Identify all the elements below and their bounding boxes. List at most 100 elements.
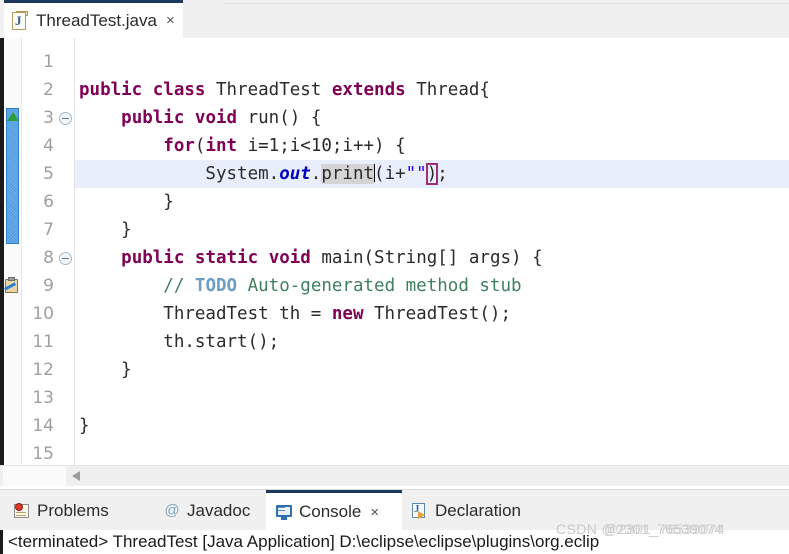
- code-keyword: void: [268, 248, 311, 268]
- quick-diff-change-bar: [6, 108, 19, 244]
- console-view[interactable]: <terminated> ThreadTest [Java Applicatio…: [0, 530, 789, 554]
- code-keyword: public: [121, 248, 185, 268]
- line-number: 15: [32, 444, 54, 464]
- code-keyword: extends: [331, 80, 406, 100]
- code-line[interactable]: for(int i=1;i<10;i++) {: [75, 132, 789, 160]
- line-number: 2: [43, 80, 54, 100]
- line-number-ruler: 1 2 3 4 5 6 7 8 9 10 11 12 13 14 15: [22, 38, 57, 465]
- line-number: 8: [43, 248, 54, 268]
- line-number: 1: [43, 52, 54, 72]
- code-keyword: public: [79, 80, 143, 100]
- view-tab-label: Console: [299, 502, 362, 521]
- editor-tab-label: ThreadTest.java: [36, 10, 157, 30]
- line-number: 4: [43, 136, 54, 156]
- view-tab-javadoc[interactable]: @ Javadoc: [154, 490, 266, 531]
- code-text: (: [194, 136, 206, 156]
- java-file-icon-letter: J: [15, 12, 22, 28]
- code-line[interactable]: // TODO Auto-generated method stub: [75, 272, 789, 300]
- view-tab-label: Javadoc: [187, 500, 251, 520]
- left-arrow-icon[interactable]: [72, 471, 80, 481]
- line-number: 12: [32, 360, 54, 380]
- close-icon[interactable]: ×: [370, 504, 379, 521]
- view-tab-problems[interactable]: Problems: [4, 490, 154, 531]
- code-line[interactable]: }: [75, 188, 789, 216]
- code-field: out: [279, 164, 311, 184]
- console-icon: [275, 503, 293, 521]
- code-line[interactable]: }: [75, 356, 789, 384]
- code-text: }: [79, 192, 174, 212]
- code-text: ThreadTest th =: [79, 304, 332, 324]
- todo-task-marker-icon[interactable]: [3, 277, 20, 294]
- editor-horizontal-scrollbar[interactable]: [0, 465, 789, 486]
- code-line[interactable]: ThreadTest th = new ThreadTest();: [75, 300, 789, 328]
- code-matching-bracket: ): [425, 163, 439, 185]
- code-text: }: [79, 360, 132, 380]
- code-text: main(String[] args) {: [310, 248, 543, 268]
- fold-collapse-icon[interactable]: [59, 112, 72, 125]
- code-text: i=1;i<10;i++) {: [237, 136, 406, 156]
- code-text: ThreadTest: [205, 80, 332, 100]
- code-line[interactable]: [75, 384, 789, 412]
- line-number: 3: [43, 108, 54, 128]
- view-tab-console[interactable]: Console ×: [266, 490, 402, 531]
- console-left-rail: [0, 530, 3, 554]
- code-line[interactable]: [75, 440, 789, 465]
- code-occurrence-highlight: print: [321, 164, 375, 184]
- code-text: Thread{: [405, 80, 490, 100]
- view-tab-label: Problems: [37, 500, 109, 520]
- java-editor[interactable]: 1 2 3 4 5 6 7 8 9 10 11 12 13 14 15 public class Threa…: [0, 38, 789, 465]
- view-tab-declaration[interactable]: J Declaration: [402, 490, 566, 531]
- quick-diff-arrow-icon: [7, 112, 19, 121]
- code-line[interactable]: [75, 48, 789, 76]
- code-keyword: class: [152, 80, 206, 100]
- console-output-line: <terminated> ThreadTest [Java Applicatio…: [8, 532, 600, 551]
- code-line[interactable]: }: [75, 412, 789, 440]
- editor-tab-threadtest[interactable]: J ThreadTest.java ×: [4, 0, 183, 38]
- folding-ruler[interactable]: [57, 38, 75, 465]
- code-text: }: [79, 220, 132, 240]
- code-text: .: [310, 164, 322, 184]
- code-keyword: public: [121, 108, 185, 128]
- line-number: 9: [43, 276, 54, 296]
- line-number: 10: [32, 304, 54, 324]
- code-text-area[interactable]: public class ThreadTest extends Thread{ …: [75, 38, 789, 465]
- code-text: }: [79, 416, 90, 436]
- code-line[interactable]: th.start();: [75, 328, 789, 356]
- bottom-view-tab-bar: Problems @ Javadoc Console × J Declaration: [0, 489, 789, 531]
- code-todo-tag: TODO: [194, 276, 238, 296]
- code-text: ;: [437, 164, 448, 184]
- line-number: 11: [32, 332, 54, 352]
- java-file-icon: J: [12, 10, 29, 31]
- code-line[interactable]: public class ThreadTest extends Thread{: [75, 76, 789, 104]
- code-line[interactable]: public static void main(String[] args) {: [75, 244, 789, 272]
- code-text: System.: [79, 164, 280, 184]
- line-number: 6: [43, 192, 54, 212]
- line-number: 13: [32, 388, 54, 408]
- code-text: ThreadTest();: [363, 304, 511, 324]
- line-number: 14: [32, 416, 54, 436]
- code-line[interactable]: System.out.print(i+"");: [75, 160, 789, 188]
- code-comment: //: [163, 276, 195, 296]
- editor-tab-bar: J ThreadTest.java ×: [0, 0, 789, 39]
- code-text: run() {: [237, 108, 322, 128]
- declaration-icon: J: [411, 502, 429, 520]
- code-keyword: void: [194, 108, 238, 128]
- editor-left-rail: [0, 38, 4, 485]
- fold-collapse-icon[interactable]: [59, 252, 72, 265]
- code-line[interactable]: }: [75, 216, 789, 244]
- problems-icon: [13, 502, 31, 520]
- code-text: (i+: [374, 164, 406, 184]
- close-icon[interactable]: ×: [166, 13, 175, 28]
- editor-tabbar-empty-area: [224, 3, 789, 39]
- code-comment: Auto-generated method stub: [237, 276, 522, 296]
- code-line[interactable]: public void run() {: [75, 104, 789, 132]
- javadoc-at-icon: @: [164, 501, 180, 519]
